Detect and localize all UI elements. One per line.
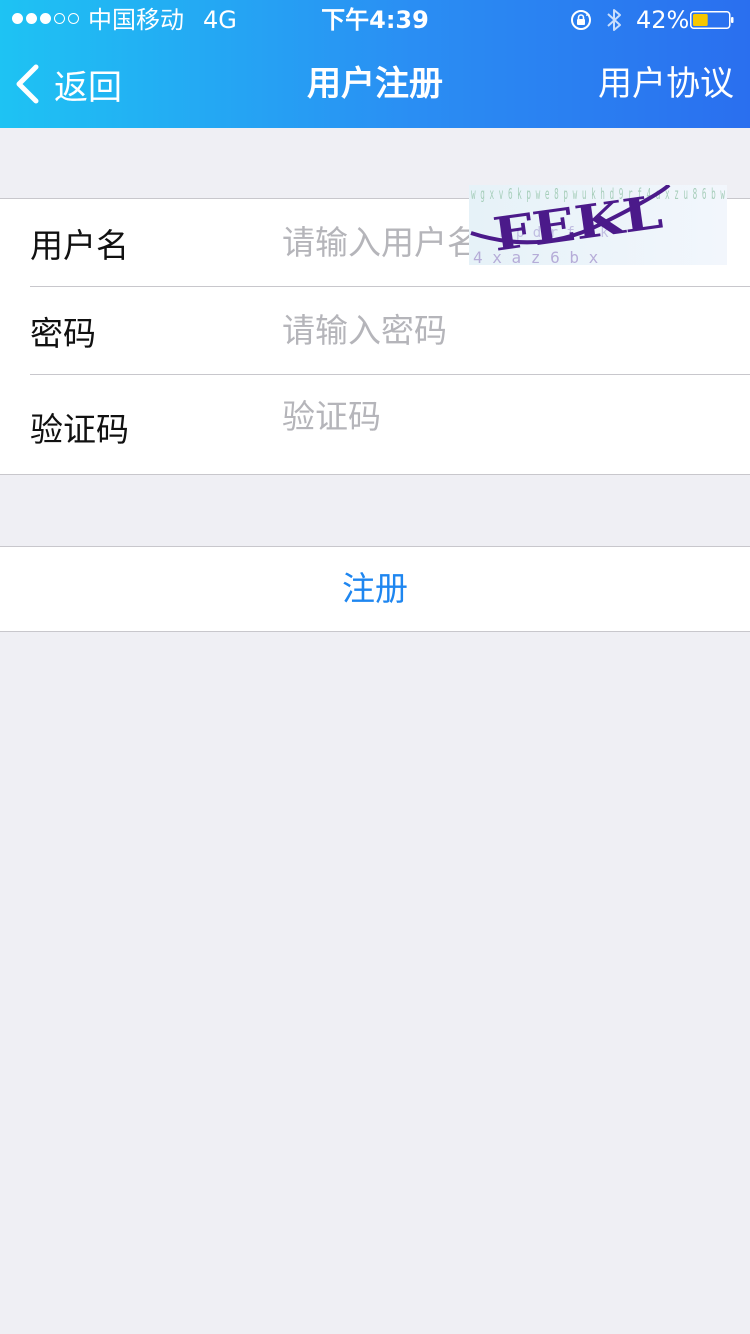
register-button[interactable]: 注册 — [0, 546, 750, 632]
chevron-left-icon — [16, 64, 39, 104]
status-bar: 中国移动 4G 下午4:39 42% — [0, 0, 750, 40]
battery-icon — [690, 11, 734, 29]
password-row: 密码 — [0, 287, 750, 374]
rotation-lock-icon — [571, 10, 591, 30]
user-agreement-button[interactable]: 用户协议 — [598, 60, 734, 108]
header: 中国移动 4G 下午4:39 42% 返回 用户注册 用户协议 — [0, 0, 750, 128]
username-label: 用户名 — [30, 226, 129, 265]
bluetooth-icon — [607, 9, 621, 31]
password-input[interactable] — [282, 307, 722, 353]
captcha-row: 验证码 — [0, 375, 750, 475]
password-label: 密码 — [30, 314, 96, 353]
back-button-label: 返回 — [54, 67, 122, 108]
captcha-image[interactable]: w g x v 6 k p w e 8 p w u k h d 9 r f 4 … — [469, 185, 727, 265]
captcha-label: 验证码 — [30, 410, 129, 449]
battery-fill — [693, 14, 708, 26]
back-button[interactable]: 返回 — [14, 60, 122, 108]
captcha-input[interactable] — [282, 393, 457, 439]
battery-percent: 42% — [636, 6, 690, 34]
